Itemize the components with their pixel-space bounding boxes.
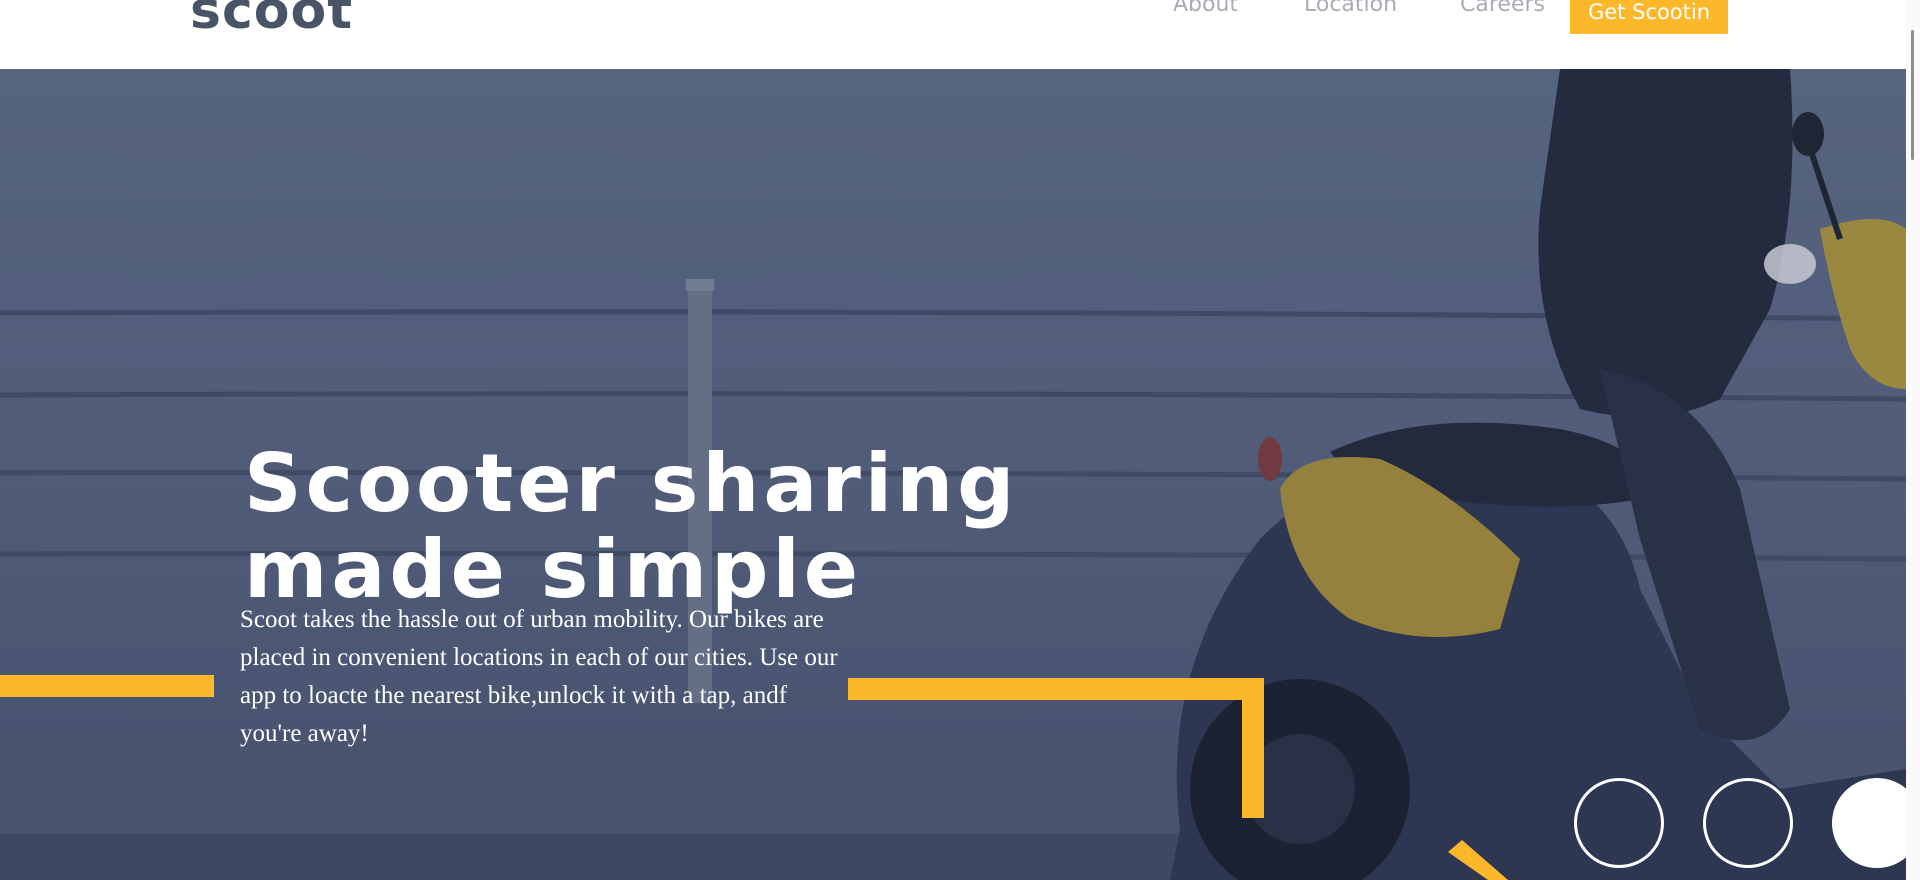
- decorative-arrow-icon: [1448, 840, 1508, 880]
- nav-link-about[interactable]: About: [1173, 0, 1238, 17]
- hero-heading-line-1: Scooter sharing: [244, 437, 1019, 530]
- decorative-line-left: [0, 675, 214, 697]
- slider-dot-1[interactable]: [1574, 778, 1664, 868]
- logo[interactable]: scoot: [190, 0, 353, 41]
- hero-section: Scooter sharing made simple: [0, 69, 1906, 880]
- nav-link-location[interactable]: Location: [1304, 0, 1397, 17]
- scrollbar[interactable]: [1906, 0, 1920, 880]
- slider-dot-2[interactable]: [1703, 778, 1793, 868]
- hero-heading: Scooter sharing made simple: [244, 441, 1018, 613]
- scrollbar-thumb[interactable]: [1911, 30, 1914, 160]
- get-scootin-button[interactable]: Get Scootin: [1570, 0, 1728, 34]
- decorative-line-right: [848, 678, 1260, 700]
- nav-link-careers[interactable]: Careers: [1460, 0, 1545, 17]
- hero-description: Scoot takes the hassle out of urban mobi…: [240, 606, 838, 747]
- decorative-line-vertical: [1242, 678, 1264, 818]
- site-header: scoot About Location Careers Get Scootin: [0, 0, 1920, 69]
